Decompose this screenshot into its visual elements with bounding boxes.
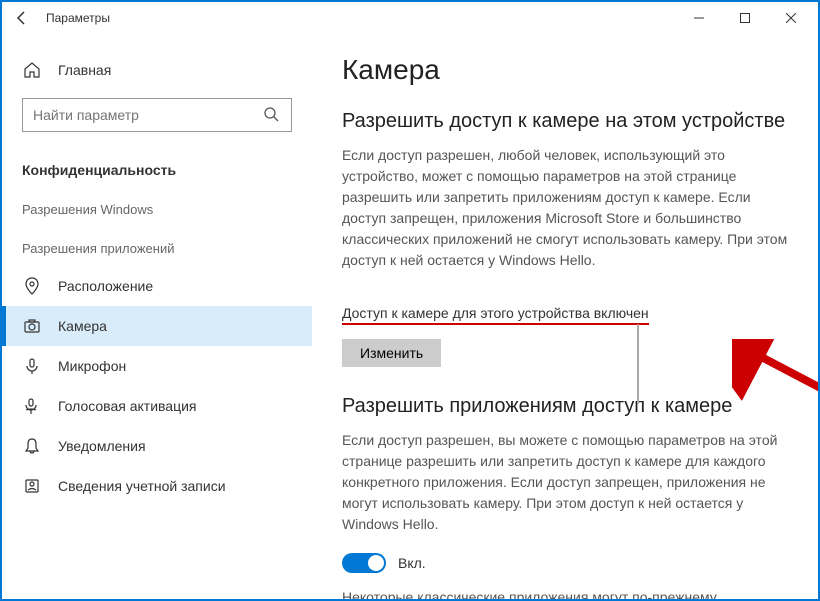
close-icon	[786, 13, 796, 23]
bell-icon	[22, 436, 42, 456]
back-button[interactable]	[6, 2, 38, 34]
window-controls	[676, 2, 814, 34]
device-access-status: Доступ к камере для этого устройства вкл…	[342, 305, 649, 325]
sidebar-item-camera[interactable]: Камера	[2, 306, 312, 346]
sidebar-item-label: Микрофон	[58, 358, 126, 374]
maximize-icon	[740, 13, 750, 23]
toggle-label: Вкл.	[398, 555, 426, 571]
arrow-left-icon	[14, 10, 30, 26]
sidebar-item-account[interactable]: Сведения учетной записи	[2, 466, 312, 506]
home-icon	[22, 60, 42, 80]
sidebar-item-label: Голосовая активация	[58, 398, 197, 414]
search-input[interactable]	[22, 98, 292, 132]
change-button[interactable]: Изменить	[342, 339, 441, 367]
footer-note: Некоторые классические приложения могут …	[342, 587, 788, 599]
maximize-button[interactable]	[722, 2, 768, 34]
sidebar-item-location[interactable]: Расположение	[2, 266, 312, 306]
account-icon	[22, 476, 42, 496]
sidebar-section-privacy: Конфиденциальность	[2, 148, 312, 188]
page-title: Камера	[342, 54, 788, 86]
section2-body: Если доступ разрешен, вы можете с помощь…	[342, 430, 788, 535]
app-access-toggle[interactable]	[342, 553, 386, 573]
sidebar-item-voice[interactable]: Голосовая активация	[2, 386, 312, 426]
camera-icon	[22, 316, 42, 336]
section1-body: Если доступ разрешен, любой человек, исп…	[342, 145, 788, 271]
main-content: Камера Разрешить доступ к камере на этом…	[312, 34, 818, 599]
sidebar-item-label: Главная	[58, 62, 111, 78]
sidebar-item-label: Камера	[58, 318, 107, 334]
scrollbar-thumb[interactable]	[637, 324, 639, 404]
sidebar-item-notifications[interactable]: Уведомления	[2, 426, 312, 466]
app-access-toggle-row: Вкл.	[342, 553, 788, 573]
minimize-icon	[694, 13, 704, 23]
sidebar-home[interactable]: Главная	[2, 50, 312, 90]
microphone-icon	[22, 356, 42, 376]
sidebar-item-microphone[interactable]: Микрофон	[2, 346, 312, 386]
search-icon	[263, 106, 281, 124]
window-title: Параметры	[46, 11, 110, 25]
section1-heading: Разрешить доступ к камере на этом устрой…	[342, 110, 788, 133]
location-icon	[22, 276, 42, 296]
close-button[interactable]	[768, 2, 814, 34]
search-field[interactable]	[33, 107, 263, 123]
sidebar-item-label: Уведомления	[58, 438, 146, 454]
sidebar-item-label: Расположение	[58, 278, 153, 294]
titlebar: Параметры	[2, 2, 818, 34]
minimize-button[interactable]	[676, 2, 722, 34]
sidebar-section-appperms: Разрешения приложений	[2, 227, 312, 266]
sidebar-item-label: Сведения учетной записи	[58, 478, 226, 494]
voice-icon	[22, 396, 42, 416]
sidebar: Главная Конфиденциальность Разрешения Wi…	[2, 34, 312, 599]
sidebar-section-winperms: Разрешения Windows	[2, 188, 312, 227]
section2-heading: Разрешить приложениям доступ к камере	[342, 395, 788, 418]
